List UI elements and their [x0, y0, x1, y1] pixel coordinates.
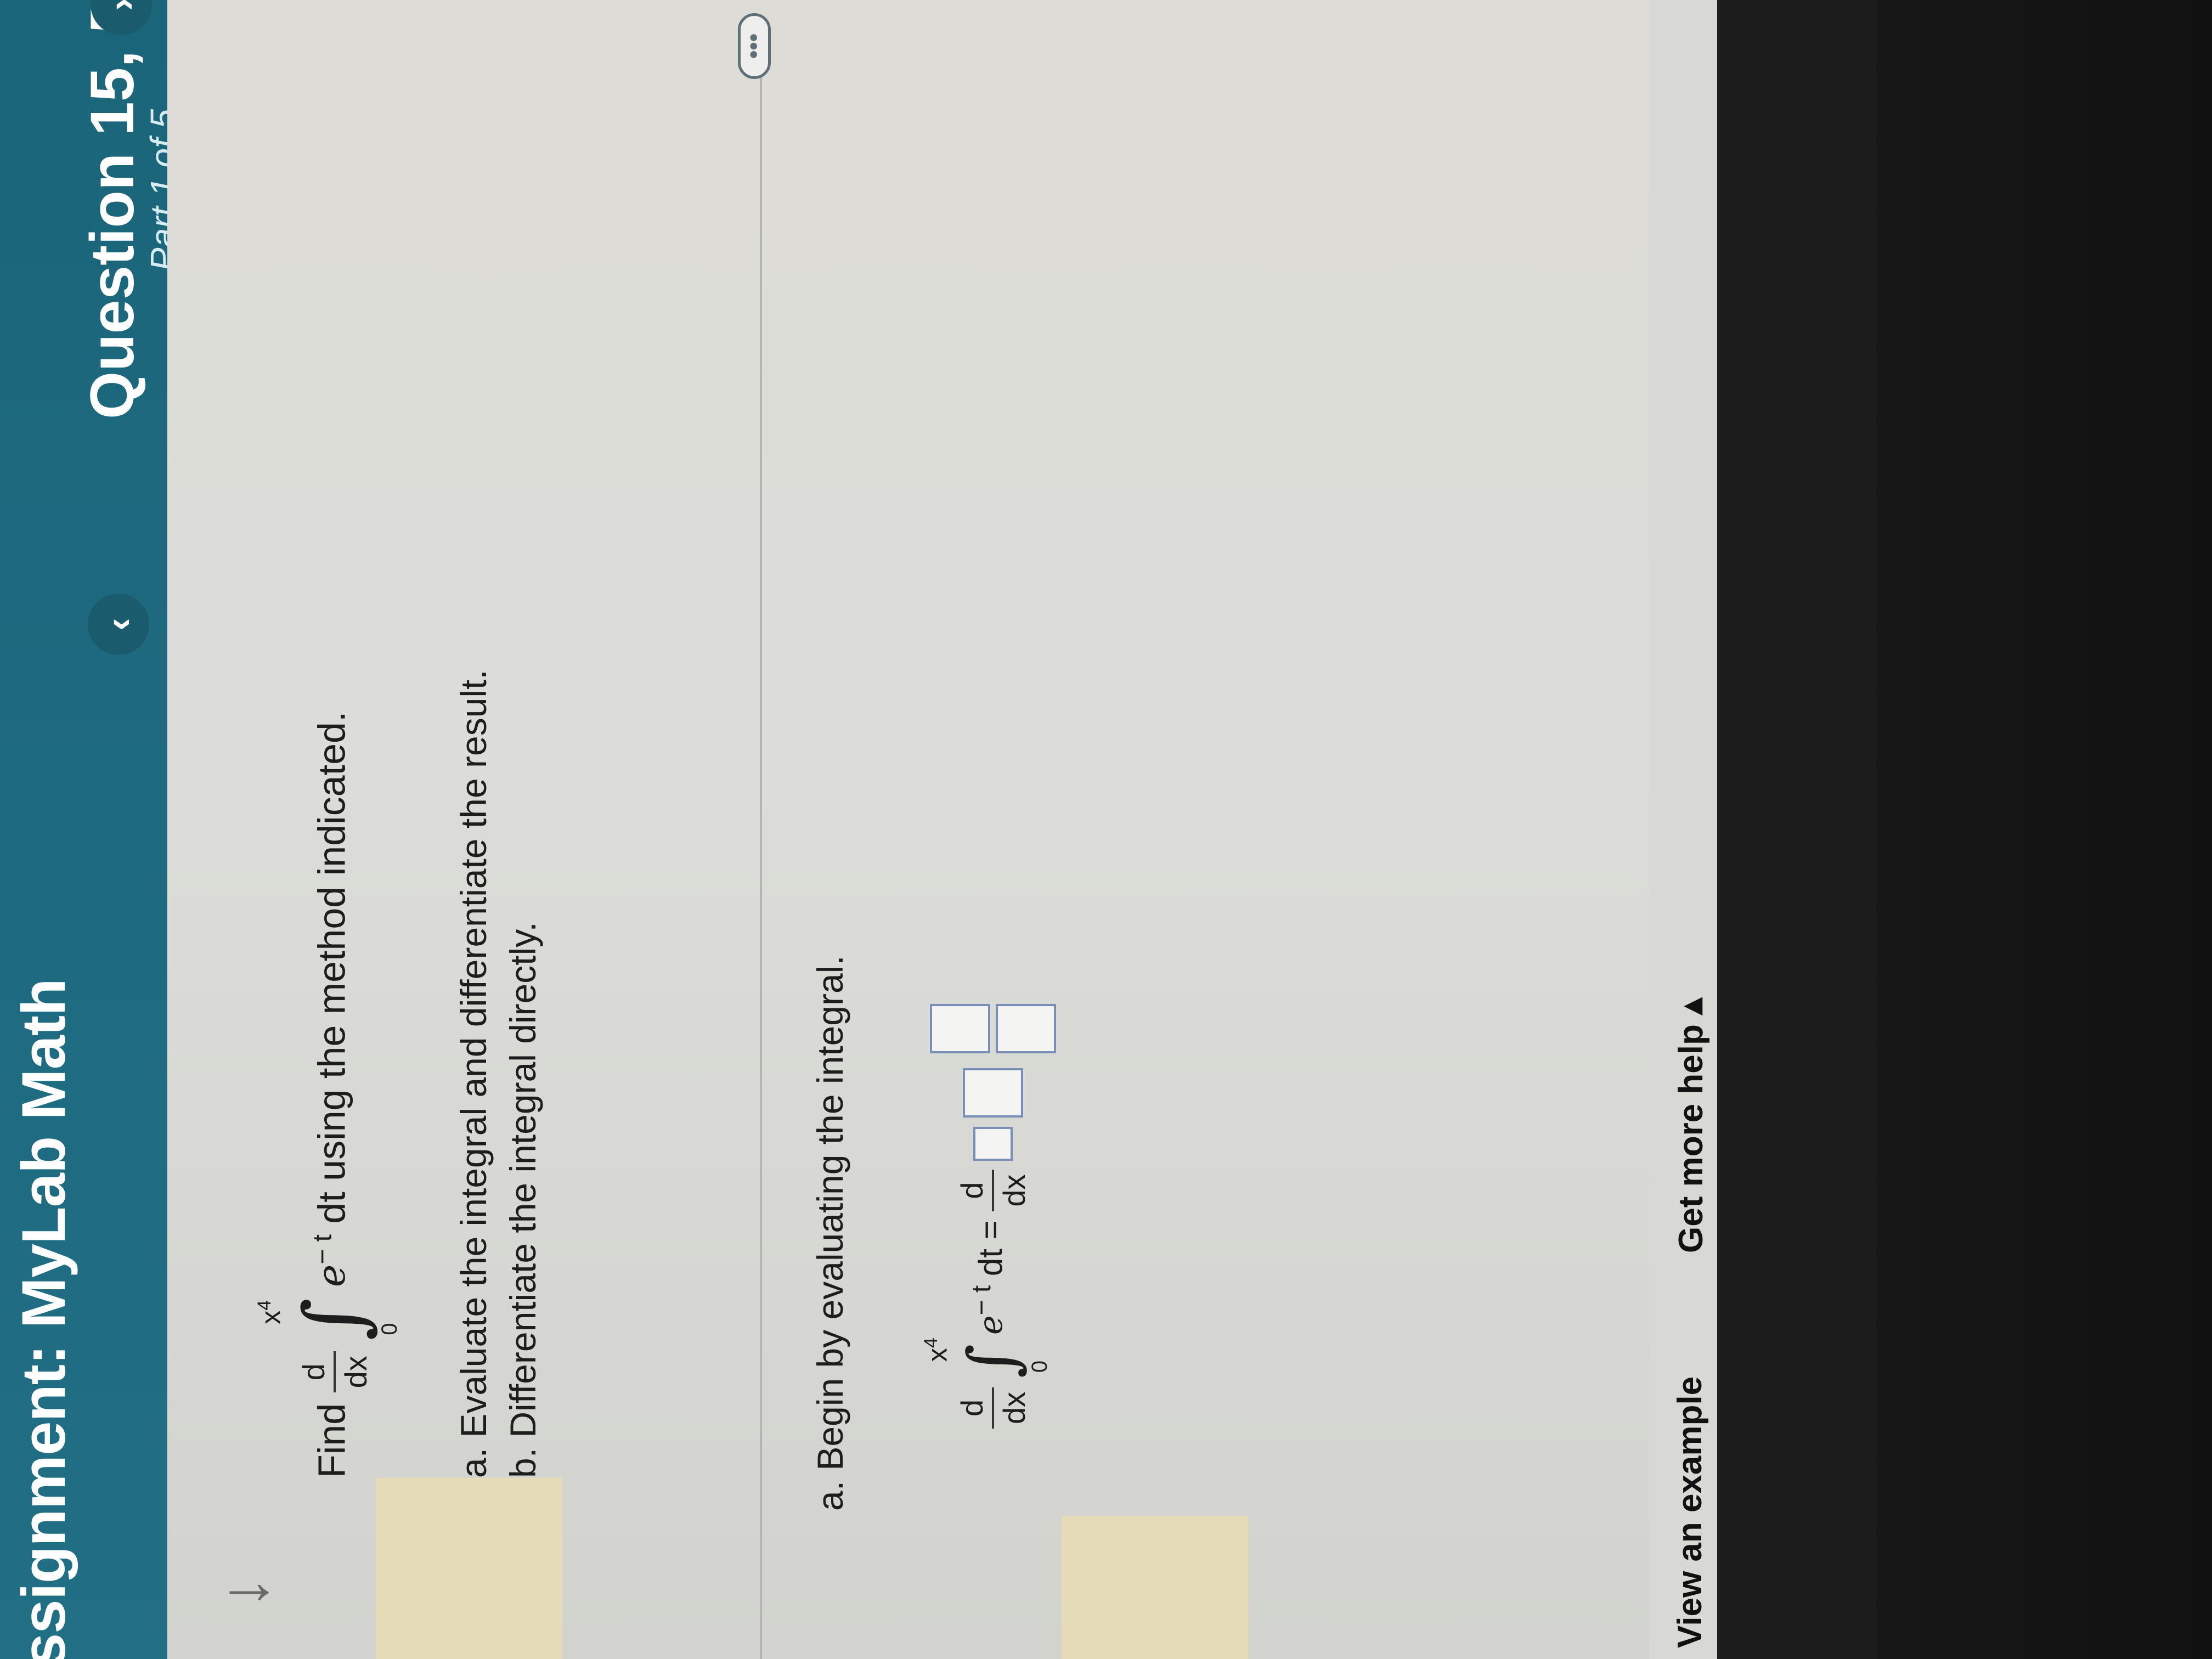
answer-upper-limit: x4	[921, 1338, 953, 1362]
answer-upper-var: x	[922, 1348, 953, 1362]
rhs-numerator: d	[955, 1182, 989, 1199]
more-options-button[interactable]: •••	[738, 13, 771, 79]
answer-input-box[interactable]	[973, 1126, 1013, 1161]
answer-derivative-numerator: d	[955, 1399, 989, 1417]
answer-lower-limit: 0	[1028, 1360, 1052, 1373]
answer-integrand: e− t	[967, 1285, 1010, 1335]
integrand-exponent: − t	[308, 1234, 338, 1265]
answer-input-box-large[interactable]	[963, 1068, 1023, 1118]
upper-limit-exp: 4	[254, 1300, 275, 1311]
answer-rhs-derivative: d dx	[954, 1170, 1032, 1211]
derivative-numerator: d	[296, 1363, 331, 1381]
previous-question-button[interactable]: ‹	[88, 594, 149, 655]
answer-denominator-box[interactable]	[996, 1004, 1056, 1054]
upper-limit-var: x	[255, 1310, 286, 1324]
answer-integrand-exponent: − t	[967, 1285, 996, 1316]
integrand: e− t	[308, 1234, 354, 1288]
question-suffix: dt using the method indicated.	[310, 711, 353, 1224]
integral-sign: ∫ x4 0	[254, 1297, 402, 1341]
derivative-operator: d dx	[296, 1351, 374, 1393]
answer-integrand-base: e	[971, 1315, 1010, 1335]
question-statement: Find d dx ∫ x4 0 e− t dt using the method …	[254, 711, 402, 1478]
instruction-a: a. Evaluate the integral and differentia…	[453, 669, 494, 1478]
answer-upper-exp: 4	[921, 1338, 941, 1348]
assignment-title: ssignment: MyLab Math	[9, 979, 78, 1659]
find-label: Find	[310, 1403, 353, 1478]
answer-integral-sign: ∫ x4 0	[921, 1338, 1052, 1379]
view-example-link[interactable]: View an example	[1671, 1376, 1709, 1648]
header-bar: ssignment: MyLab Math ‹ Question 15, 5.4…	[0, 0, 183, 1659]
back-arrow-icon[interactable]: ←	[216, 1566, 282, 1642]
question-content: ← Find d dx ∫ x4 0 e− t dt using the metho…	[167, 0, 1876, 1659]
answer-derivative-denominator: dx	[997, 1391, 1031, 1424]
answer-derivative-operator: d dx	[954, 1387, 1032, 1429]
highlight-strip	[376, 1478, 562, 1659]
rhs-denominator: dx	[997, 1174, 1031, 1207]
screen-bezel	[1717, 0, 1876, 1659]
instruction-b: b. Differentiate the integral directly.	[503, 922, 543, 1478]
lower-limit: 0	[377, 1323, 402, 1335]
answer-numerator-box[interactable]	[930, 1004, 990, 1054]
derivative-denominator: dx	[338, 1356, 373, 1389]
answer-equation: d dx ∫ x4 0 e− t dt = d dx	[921, 1004, 1062, 1429]
dt-equals: dt =	[972, 1220, 1009, 1277]
browser-screen: ssignment: MyLab Math ‹ Question 15, 5.4…	[0, 0, 1876, 1659]
highlight-strip-lower	[1062, 1516, 1248, 1659]
section-divider	[760, 57, 762, 1659]
part-a-label: a. Begin by evaluating the integral.	[810, 955, 850, 1511]
answer-fraction-boxes	[924, 1004, 1062, 1054]
integrand-base: e	[309, 1264, 354, 1288]
get-more-help-link[interactable]: Get more help ▴	[1671, 998, 1711, 1253]
photo-background: ssignment: MyLab Math ‹ Question 15, 5.4…	[0, 0, 2212, 1659]
question-title: Question 15, 5.4.43	[78, 0, 146, 419]
upper-limit: x4	[254, 1300, 286, 1324]
